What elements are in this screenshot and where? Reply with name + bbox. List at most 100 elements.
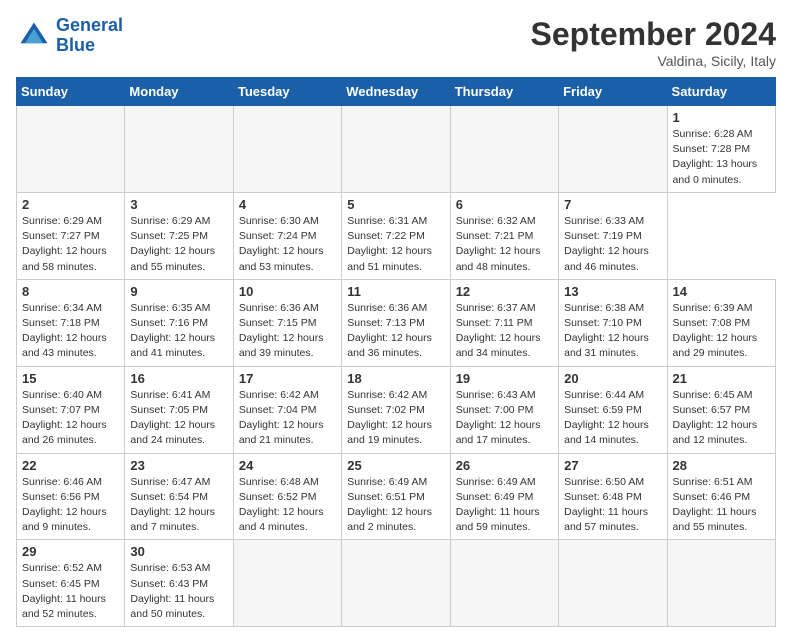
empty-cell [667,540,775,627]
logo-icon [16,18,52,54]
title-section: September 2024 Valdina, Sicily, Italy [531,16,776,69]
calendar-day: 26Sunrise: 6:49 AMSunset: 6:49 PMDayligh… [450,453,558,540]
day-number: 2 [22,197,119,212]
day-header-monday: Monday [125,78,233,106]
calendar-day: 8Sunrise: 6:34 AMSunset: 7:18 PMDaylight… [17,279,125,366]
calendar-week-row: 15 Sunrise: 6:40 AMSunset: 7:07 PMDayligh… [17,366,776,453]
day-info: Sunrise: 6:39 AMSunset: 7:08 PMDaylight:… [673,301,770,362]
day-number: 5 [347,197,444,212]
logo: General Blue [16,16,123,56]
day-number: 3 [130,197,227,212]
month-title: September 2024 [531,16,776,53]
calendar-week-row: 2 Sunrise: 6:29 AMSunset: 7:27 PMDaylight… [17,192,776,279]
day-info: Sunrise: 6:48 AMSunset: 6:52 PMDaylight:… [239,475,336,536]
day-number: 14 [673,284,770,299]
day-header-thursday: Thursday [450,78,558,106]
calendar-week-row: 8Sunrise: 6:34 AMSunset: 7:18 PMDaylight… [17,279,776,366]
calendar-header-row: SundayMondayTuesdayWednesdayThursdayFrid… [17,78,776,106]
calendar-day: 14 Sunrise: 6:39 AMSunset: 7:08 PMDayligh… [667,279,775,366]
calendar-day: 12 Sunrise: 6:37 AMSunset: 7:11 PMDayligh… [450,279,558,366]
calendar-week-row: 22Sunrise: 6:46 AMSunset: 6:56 PMDayligh… [17,453,776,540]
day-number: 10 [239,284,336,299]
calendar-week-row: 29 Sunrise: 6:52 AMSunset: 6:45 PMDayligh… [17,540,776,627]
day-number: 16 [130,371,227,386]
day-info: Sunrise: 6:29 AMSunset: 7:27 PMDaylight:… [22,214,119,275]
day-info: Sunrise: 6:46 AMSunset: 6:56 PMDaylight:… [22,475,119,536]
empty-cell [125,106,233,193]
day-info: Sunrise: 6:35 AMSunset: 7:16 PMDaylight:… [130,301,227,362]
calendar-day: 19Sunrise: 6:43 AMSunset: 7:00 PMDayligh… [450,366,558,453]
day-number: 1 [673,110,770,125]
day-info: Sunrise: 6:42 AMSunset: 7:04 PMDaylight:… [239,388,336,449]
calendar-day: 11 Sunrise: 6:36 AMSunset: 7:13 PMDayligh… [342,279,450,366]
calendar-day: 7Sunrise: 6:33 AMSunset: 7:19 PMDaylight… [559,192,667,279]
calendar-day: 23 Sunrise: 6:47 AMSunset: 6:54 PMDayligh… [125,453,233,540]
calendar-day: 15 Sunrise: 6:40 AMSunset: 7:07 PMDayligh… [17,366,125,453]
calendar-table: SundayMondayTuesdayWednesdayThursdayFrid… [16,77,776,627]
empty-cell [17,106,125,193]
empty-cell [559,540,667,627]
calendar-day: 4Sunrise: 6:30 AMSunset: 7:24 PMDaylight… [233,192,341,279]
calendar-day: 2 Sunrise: 6:29 AMSunset: 7:27 PMDaylight… [17,192,125,279]
day-header-tuesday: Tuesday [233,78,341,106]
day-number: 25 [347,458,444,473]
day-number: 23 [130,458,227,473]
day-info: Sunrise: 6:50 AMSunset: 6:48 PMDaylight:… [564,475,661,536]
calendar-day: 30Sunrise: 6:53 AMSunset: 6:43 PMDayligh… [125,540,233,627]
day-info: Sunrise: 6:40 AMSunset: 7:07 PMDaylight:… [22,388,119,449]
day-number: 17 [239,371,336,386]
day-number: 4 [239,197,336,212]
calendar-day: 1Sunrise: 6:28 AMSunset: 7:28 PMDaylight… [667,106,775,193]
day-number: 29 [22,544,119,559]
empty-cell [559,106,667,193]
calendar-day: 27Sunrise: 6:50 AMSunset: 6:48 PMDayligh… [559,453,667,540]
day-info: Sunrise: 6:32 AMSunset: 7:21 PMDaylight:… [456,214,553,275]
day-info: Sunrise: 6:42 AMSunset: 7:02 PMDaylight:… [347,388,444,449]
day-number: 28 [673,458,770,473]
day-number: 6 [456,197,553,212]
day-number: 20 [564,371,661,386]
logo-line1: General [56,15,123,35]
calendar-day: 5 Sunrise: 6:31 AMSunset: 7:22 PMDaylight… [342,192,450,279]
day-number: 7 [564,197,661,212]
day-info: Sunrise: 6:52 AMSunset: 6:45 PMDaylight:… [22,561,119,622]
empty-cell [450,540,558,627]
calendar-day: 10Sunrise: 6:36 AMSunset: 7:15 PMDayligh… [233,279,341,366]
day-info: Sunrise: 6:47 AMSunset: 6:54 PMDaylight:… [130,475,227,536]
day-info: Sunrise: 6:51 AMSunset: 6:46 PMDaylight:… [673,475,770,536]
calendar-day: 3 Sunrise: 6:29 AMSunset: 7:25 PMDaylight… [125,192,233,279]
calendar-day: 29 Sunrise: 6:52 AMSunset: 6:45 PMDayligh… [17,540,125,627]
day-info: Sunrise: 6:49 AMSunset: 6:51 PMDaylight:… [347,475,444,536]
day-info: Sunrise: 6:45 AMSunset: 6:57 PMDaylight:… [673,388,770,449]
day-number: 13 [564,284,661,299]
day-info: Sunrise: 6:31 AMSunset: 7:22 PMDaylight:… [347,214,444,275]
location: Valdina, Sicily, Italy [531,53,776,69]
day-info: Sunrise: 6:37 AMSunset: 7:11 PMDaylight:… [456,301,553,362]
day-number: 15 [22,371,119,386]
calendar-day: 21 Sunrise: 6:45 AMSunset: 6:57 PMDayligh… [667,366,775,453]
day-number: 11 [347,284,444,299]
day-number: 30 [130,544,227,559]
calendar-day: 24Sunrise: 6:48 AMSunset: 6:52 PMDayligh… [233,453,341,540]
calendar-day: 25 Sunrise: 6:49 AMSunset: 6:51 PMDayligh… [342,453,450,540]
empty-cell [233,106,341,193]
calendar-week-row: 1Sunrise: 6:28 AMSunset: 7:28 PMDaylight… [17,106,776,193]
day-header-friday: Friday [559,78,667,106]
day-info: Sunrise: 6:36 AMSunset: 7:13 PMDaylight:… [347,301,444,362]
day-header-saturday: Saturday [667,78,775,106]
day-number: 9 [130,284,227,299]
empty-cell [233,540,341,627]
calendar-day: 28 Sunrise: 6:51 AMSunset: 6:46 PMDayligh… [667,453,775,540]
day-info: Sunrise: 6:38 AMSunset: 7:10 PMDaylight:… [564,301,661,362]
logo-text: General Blue [56,16,123,56]
day-info: Sunrise: 6:29 AMSunset: 7:25 PMDaylight:… [130,214,227,275]
day-number: 12 [456,284,553,299]
calendar-day: 20 Sunrise: 6:44 AMSunset: 6:59 PMDayligh… [559,366,667,453]
day-number: 8 [22,284,119,299]
calendar-day: 22Sunrise: 6:46 AMSunset: 6:56 PMDayligh… [17,453,125,540]
day-info: Sunrise: 6:44 AMSunset: 6:59 PMDaylight:… [564,388,661,449]
day-number: 26 [456,458,553,473]
day-number: 21 [673,371,770,386]
calendar-day: 18Sunrise: 6:42 AMSunset: 7:02 PMDayligh… [342,366,450,453]
page-header: General Blue September 2024 Valdina, Sic… [16,16,776,69]
